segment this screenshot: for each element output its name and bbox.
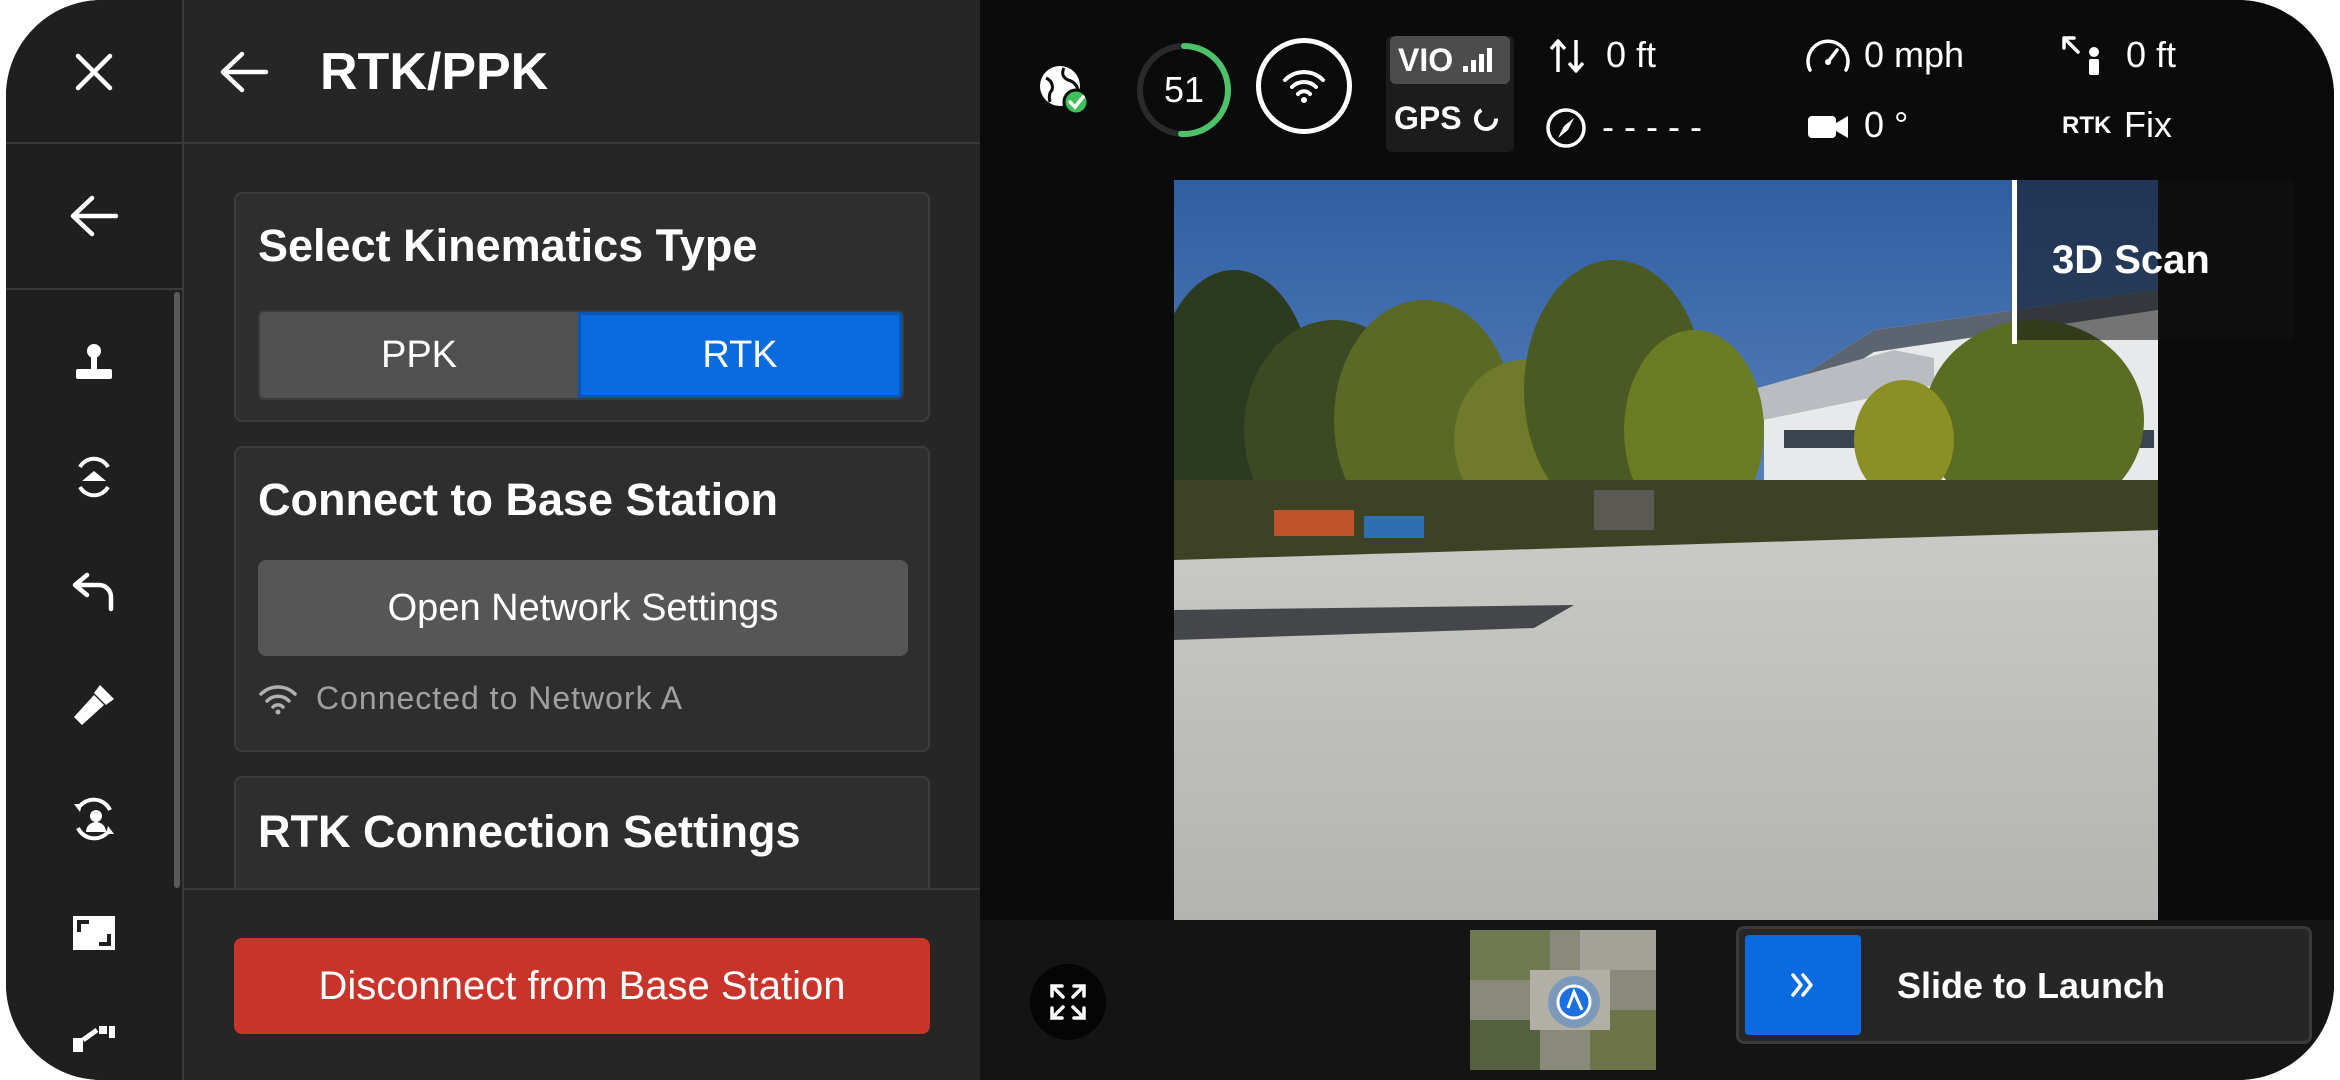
- panel-footer: Disconnect from Base Station: [184, 888, 980, 1080]
- slider-knob[interactable]: [1745, 935, 1861, 1035]
- rail-scrollbar[interactable]: [174, 292, 180, 888]
- fullscreen-button[interactable]: [1030, 964, 1106, 1040]
- speedometer-icon: [1806, 39, 1850, 72]
- vio-badge: VIO: [1390, 36, 1510, 84]
- panel-header: RTK/PPK: [184, 0, 980, 144]
- minimap[interactable]: [1470, 930, 1656, 1070]
- return-icon: [72, 572, 114, 612]
- left-toolbar: [6, 0, 184, 1080]
- globe-check-icon: [1040, 66, 1090, 116]
- rtk-option[interactable]: RTK: [578, 312, 902, 398]
- rtk-label: RTK: [2062, 112, 2112, 139]
- disconnect-button[interactable]: Disconnect from Base Station: [234, 938, 930, 1034]
- page-title: RTK/PPK: [320, 43, 549, 101]
- signal-bars-icon: [1463, 48, 1493, 72]
- expand-icon: [1050, 984, 1086, 1020]
- wifi-icon: [259, 684, 297, 714]
- ppk-option[interactable]: PPK: [260, 312, 578, 398]
- takeoff-icon: [78, 456, 110, 498]
- speed-value: 0 mph: [1864, 34, 1965, 75]
- app-frame: RTK/PPK Select Kinematics Type PPK RTK C…: [6, 0, 2334, 1080]
- base-station-card: Connect to Base Station Open Network Set…: [234, 446, 930, 752]
- rtk-connection-title: RTK Connection Settings: [258, 806, 801, 857]
- battery-gauge[interactable]: 51: [1134, 40, 1234, 140]
- light-button[interactable]: [6, 660, 182, 750]
- kinematics-title: Select Kinematics Type: [258, 220, 758, 271]
- kinematics-card: Select Kinematics Type PPK RTK: [234, 192, 930, 422]
- swap-pilot-button[interactable]: [6, 774, 182, 864]
- distance-from-pilot-value: 0 ft: [2126, 34, 2177, 75]
- heading-value: - - - - -: [1602, 106, 1702, 147]
- double-chevron-right-icon: [1791, 973, 1813, 997]
- camera-feed[interactable]: [1174, 180, 2158, 920]
- wifi-icon: [1283, 70, 1325, 103]
- aspect-ratio-button[interactable]: [6, 888, 182, 978]
- network-status-text: Connected to Network A: [316, 680, 684, 716]
- positioning-status[interactable]: VIO GPS: [1386, 36, 1514, 152]
- gimbal-camera-icon: [1808, 116, 1848, 138]
- flight-mode-indicator: [2012, 180, 2017, 344]
- vio-label: VIO: [1398, 41, 1454, 78]
- gps-badge: GPS: [1394, 100, 1500, 137]
- base-station-title: Connect to Base Station: [258, 474, 779, 525]
- camera-scene: [1174, 180, 2158, 920]
- loading-spinner-icon: [1473, 106, 1498, 131]
- map-thumbnail-image: [1470, 930, 1656, 1070]
- gps-label: GPS: [1394, 100, 1462, 136]
- aspect-ratio-icon: [73, 916, 115, 950]
- slide-to-launch-label: Slide to Launch: [1897, 965, 2166, 1006]
- takeoff-button[interactable]: [6, 432, 182, 522]
- rtk-connection-card[interactable]: RTK Connection Settings: [234, 776, 930, 906]
- rtk-settings-panel: RTK/PPK Select Kinematics Type PPK RTK C…: [184, 0, 980, 1080]
- tools-button[interactable]: [6, 1002, 182, 1072]
- back-arrow-icon: [70, 195, 119, 237]
- signal-status[interactable]: [1256, 38, 1352, 134]
- network-status: Connected to Network A: [258, 680, 683, 717]
- flashlight-icon: [74, 685, 114, 725]
- compass-icon: [1546, 108, 1586, 148]
- tools-icon: [73, 1026, 115, 1052]
- distance-from-pilot-icon: [2062, 36, 2099, 75]
- close-icon: [75, 53, 113, 91]
- rail-back-button[interactable]: [6, 168, 182, 264]
- slide-to-launch[interactable]: Slide to Launch: [1736, 926, 2312, 1044]
- vertical-distance-value: 0 ft: [1606, 34, 1657, 75]
- gimbal-angle-value: 0 °: [1864, 104, 1909, 145]
- panel-back-button[interactable]: [212, 40, 276, 104]
- rtk-status-value: Fix: [2124, 104, 2172, 145]
- open-network-settings-button[interactable]: Open Network Settings: [258, 560, 908, 656]
- joystick-icon: [76, 344, 112, 379]
- geofence-status[interactable]: [1036, 62, 1092, 123]
- bottom-bar: Slide to Launch: [980, 920, 2334, 1080]
- close-button[interactable]: [6, 24, 182, 120]
- telemetry-bar: 51 VIO GPS 0 ft - - - - - 0 mph 0 ° 0 ft…: [980, 0, 2334, 180]
- flight-mode-label: 3D Scan: [2052, 238, 2210, 282]
- kinematics-segmented-control: PPK RTK: [258, 310, 904, 400]
- return-home-button[interactable]: [6, 546, 182, 636]
- battery-percent: 51: [1163, 69, 1205, 110]
- swap-user-icon: [74, 797, 114, 841]
- back-arrow-icon: [220, 51, 269, 93]
- vertical-distance-icon: [1549, 39, 1585, 73]
- controls-button[interactable]: [6, 318, 182, 408]
